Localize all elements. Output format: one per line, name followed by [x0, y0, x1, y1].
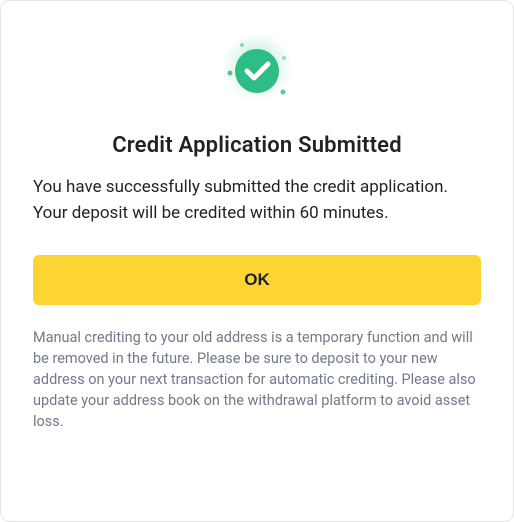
dialog-footnote: Manual crediting to your old address is …	[33, 327, 481, 432]
dialog-message: You have successfully submitted the cred…	[33, 174, 481, 227]
success-check-icon	[217, 31, 297, 111]
credit-application-dialog: Credit Application Submitted You have su…	[0, 0, 514, 522]
dialog-icon-wrap	[33, 31, 481, 111]
ok-button[interactable]: OK	[33, 255, 481, 305]
dialog-title: Credit Application Submitted	[33, 133, 481, 158]
